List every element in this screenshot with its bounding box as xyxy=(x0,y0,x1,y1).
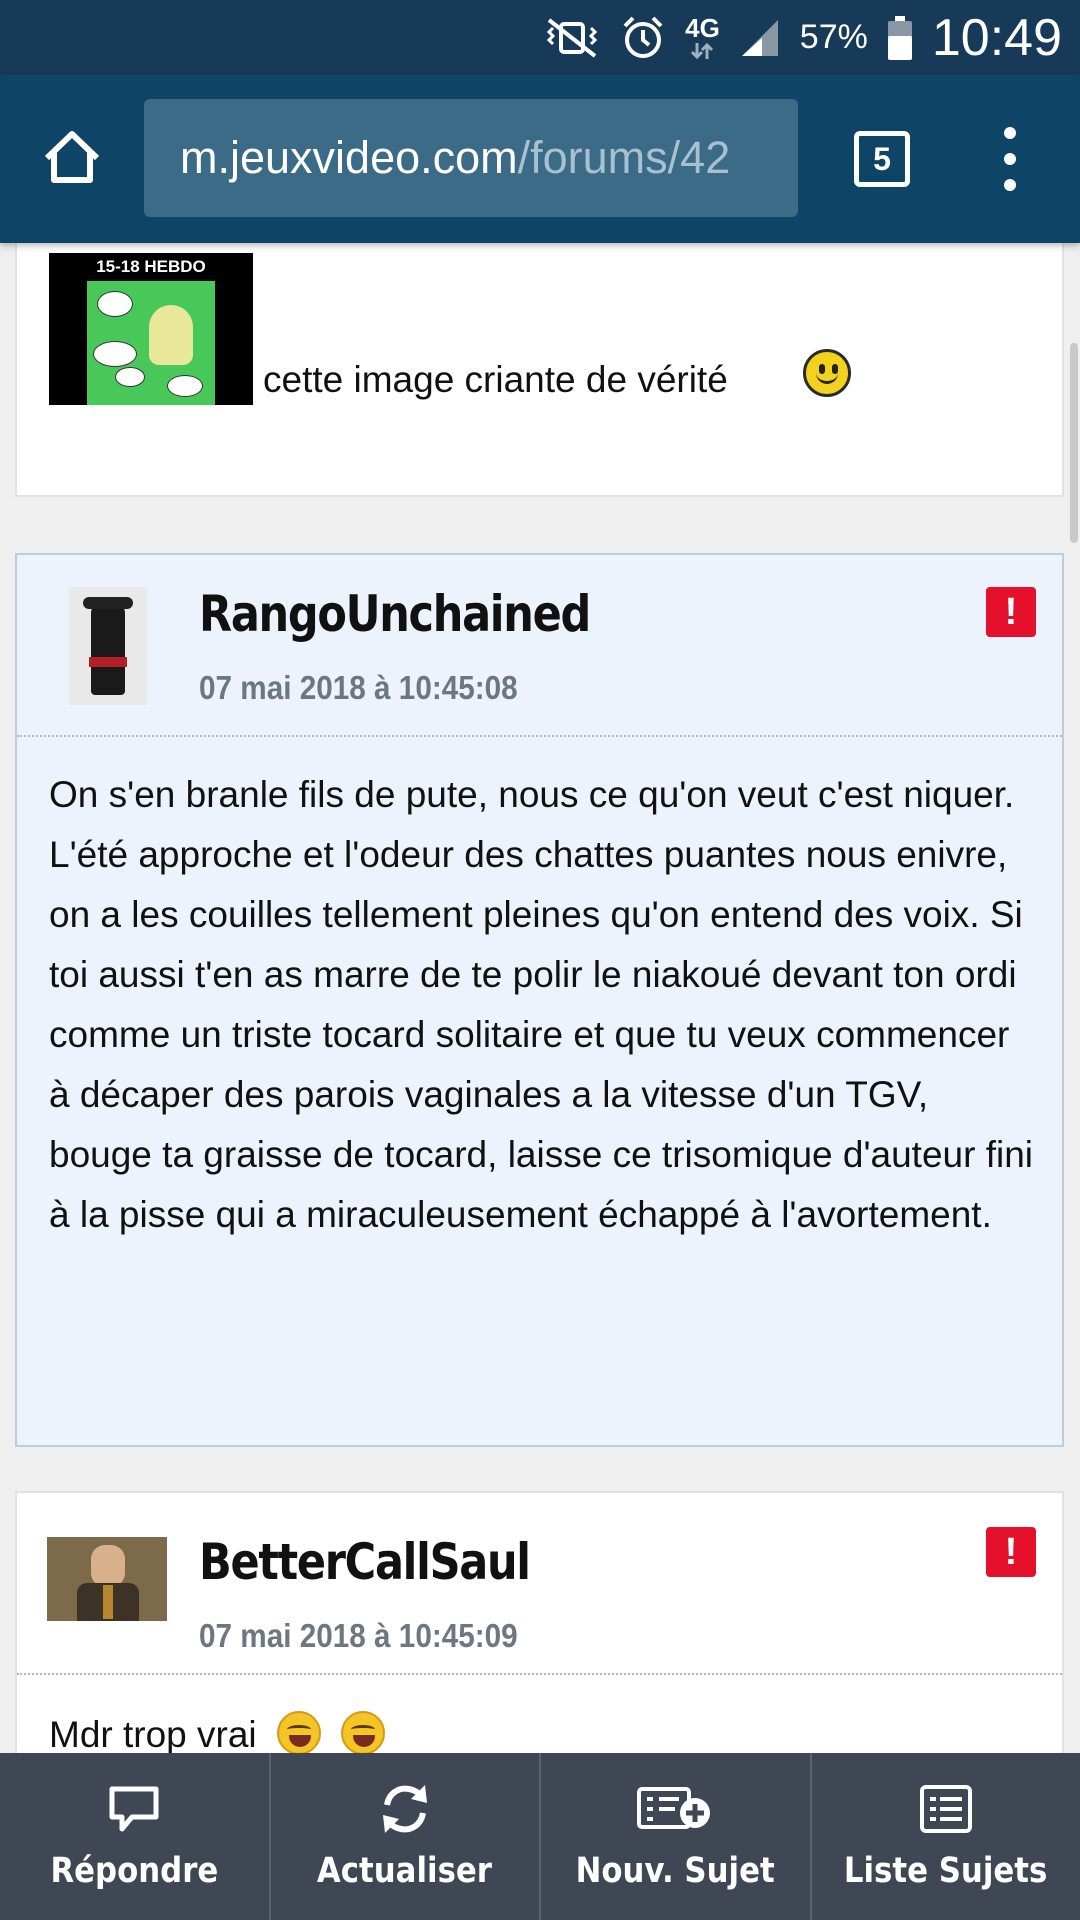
post-date[interactable]: 07 mai 2018 à 10:45:09 xyxy=(199,1617,518,1655)
url-domain: m.jeuxvideo.com xyxy=(180,132,518,183)
new-topic-label: Nouv. Sujet xyxy=(575,1851,775,1891)
url-path: /forums/42 xyxy=(517,132,731,183)
network-label: 4G xyxy=(685,12,720,43)
forum-post: BetterCallSaul 07 mai 2018 à 10:45:09 ! … xyxy=(15,1491,1064,1753)
post-header: BetterCallSaul 07 mai 2018 à 10:45:09 ! xyxy=(17,1493,1062,1675)
smiley-icon xyxy=(803,349,851,397)
home-button[interactable] xyxy=(40,125,104,189)
scrollbar[interactable] xyxy=(1070,343,1078,543)
post-image[interactable]: 15-18 HEBDO xyxy=(49,253,253,405)
image-figure xyxy=(149,305,193,365)
status-bar: 4G 57% 10:49 xyxy=(0,0,1080,75)
topic-list-button[interactable]: Liste Sujets xyxy=(809,1753,1080,1920)
network-4g-icon: 4G xyxy=(685,15,720,61)
menu-dot-icon xyxy=(1004,127,1016,139)
refresh-icon xyxy=(377,1781,433,1837)
new-topic-button[interactable]: Nouv. Sujet xyxy=(539,1753,810,1920)
bottom-action-bar: Répondre Actualiser Nouv. Sujet Liste Su… xyxy=(0,1753,1080,1920)
avatar[interactable] xyxy=(47,1537,167,1621)
browser-toolbar: m.jeuxvideo.com/forums/42 5 xyxy=(0,75,1080,243)
refresh-label: Actualiser xyxy=(317,1851,493,1891)
report-button[interactable]: ! xyxy=(986,587,1036,637)
post-header: RangoUnchained 07 mai 2018 à 10:45:08 ! xyxy=(17,555,1062,737)
forum-post: 15-18 HEBDO cette image criante de vérit… xyxy=(15,243,1064,497)
refresh-button[interactable]: Actualiser xyxy=(268,1753,540,1920)
home-icon xyxy=(44,131,100,183)
url-bar[interactable]: m.jeuxvideo.com/forums/42 xyxy=(144,99,798,217)
image-panel xyxy=(87,281,215,405)
laughing-emoji-icon xyxy=(341,1711,386,1753)
topic-list-label: Liste Sujets xyxy=(844,1851,1048,1891)
forum-content[interactable]: 15-18 HEBDO cette image criante de vérit… xyxy=(0,243,1080,1753)
reply-bubble-icon xyxy=(106,1781,162,1837)
post-text: Mdr trop vrai xyxy=(49,1714,257,1753)
clock: 10:49 xyxy=(931,8,1062,67)
topic-list-icon xyxy=(918,1781,974,1837)
reply-button[interactable]: Répondre xyxy=(0,1753,269,1920)
speech-bubble xyxy=(97,291,133,317)
post-author[interactable]: BetterCallSaul xyxy=(199,1533,531,1591)
post-date[interactable]: 07 mai 2018 à 10:45:08 xyxy=(199,669,518,707)
menu-dot-icon xyxy=(1004,179,1016,191)
battery-percent: 57% xyxy=(799,18,868,56)
new-topic-icon xyxy=(635,1781,715,1837)
overflow-menu-button[interactable] xyxy=(990,127,1030,191)
menu-dot-icon xyxy=(1004,153,1016,165)
vibrate-mute-icon xyxy=(543,16,601,60)
reply-label: Répondre xyxy=(50,1851,219,1891)
tabs-button[interactable]: 5 xyxy=(854,131,910,187)
signal-icon xyxy=(738,16,782,60)
alarm-icon xyxy=(619,14,667,62)
avatar[interactable] xyxy=(69,587,147,705)
post-text: cette image criante de vérité xyxy=(263,359,728,400)
post-text: On s'en branle fils de pute, nous ce qu'… xyxy=(49,774,1034,1235)
post-body: Mdr trop vrai xyxy=(49,1705,1039,1753)
post-image-title: 15-18 HEBDO xyxy=(96,257,206,276)
speech-bubble xyxy=(93,341,137,367)
forum-post: RangoUnchained 07 mai 2018 à 10:45:08 ! … xyxy=(15,553,1064,1447)
post-author[interactable]: RangoUnchained xyxy=(199,585,591,643)
speech-bubble xyxy=(115,367,145,387)
speech-bubble xyxy=(167,375,203,397)
battery-icon xyxy=(886,14,914,62)
report-button[interactable]: ! xyxy=(986,1527,1036,1577)
laughing-emoji-icon xyxy=(276,1711,321,1753)
